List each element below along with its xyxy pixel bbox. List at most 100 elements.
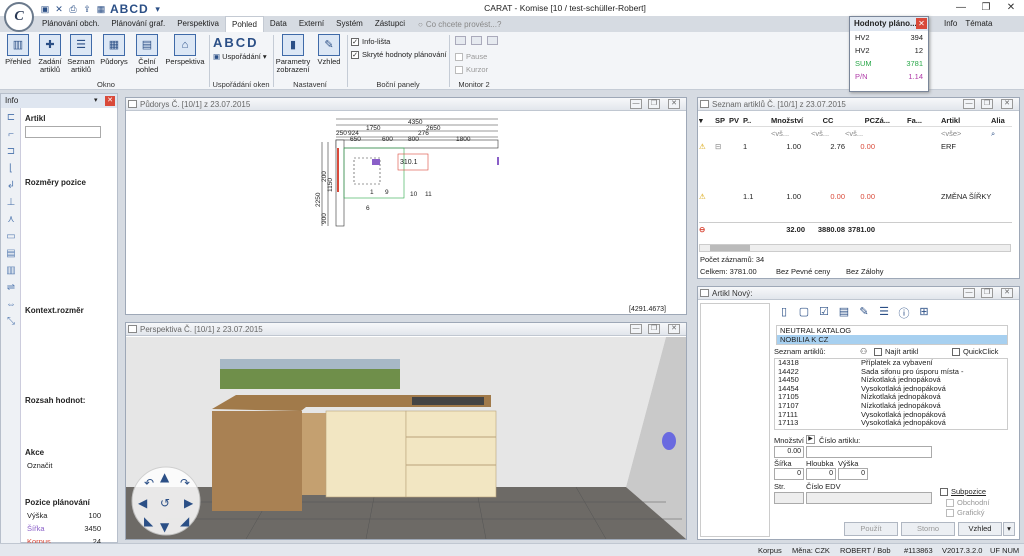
list-item[interactable]: 17111 Vysokotlaká jednopáková — [775, 411, 1007, 420]
side-input[interactable] — [774, 492, 804, 504]
restore-icon[interactable]: ❐ — [980, 2, 992, 14]
save-icon[interactable]: ▣ — [40, 4, 50, 14]
column-header[interactable]: SP — [715, 114, 729, 126]
column-header[interactable]: Množství — [771, 114, 811, 126]
maximize-icon[interactable]: ❐ — [648, 324, 660, 334]
close-icon[interactable]: ✕ — [916, 18, 927, 29]
pause-button[interactable]: Pause — [455, 52, 487, 61]
use-button[interactable]: Použít — [844, 522, 898, 536]
article-list-button[interactable]: ☰ Seznam artiklů — [66, 34, 96, 74]
resize-tool-icon[interactable]: ⇔ — [4, 298, 18, 312]
edv-number-input[interactable] — [806, 492, 932, 504]
front-view-button[interactable]: ▤ Čelní pohled — [133, 34, 161, 74]
monitor-icon[interactable] — [487, 36, 498, 45]
list-item[interactable]: 17113 Vysokotlaká jednopáková — [775, 419, 1007, 428]
floorplan-button[interactable]: ▦ Půdorys — [99, 34, 129, 66]
angle-tool-icon[interactable]: ⌊ — [4, 162, 18, 176]
list-item[interactable]: 14450 Nízkotlaká jednopáková — [775, 376, 1007, 385]
chevron-down-icon[interactable]: ▾ — [153, 4, 163, 14]
chevron-down-icon[interactable]: ▾ — [1003, 522, 1015, 536]
book-icon[interactable]: ▯ — [776, 305, 792, 321]
table-row[interactable]: ⚠ ⊟ 1 1.00 2.76 0.00 ERF — [699, 140, 1012, 190]
text-icon[interactable]: ☰ — [876, 305, 892, 321]
door-tool-icon[interactable]: ⊐ — [4, 145, 18, 159]
corner-tool-icon[interactable]: ⌐ — [4, 128, 18, 142]
close-icon[interactable]: ✕ — [1001, 288, 1013, 298]
close-icon[interactable]: ✕ — [1001, 99, 1013, 109]
depth-input[interactable]: 0 — [806, 468, 836, 480]
quickclick-checkbox[interactable]: QuickClick — [952, 347, 998, 356]
floorplan-drawing[interactable]: 4350 1750 2650 250 924 276 650 600 800 1… — [126, 112, 688, 312]
info-bar-checkbox[interactable]: ✓ Info-lišta — [351, 37, 390, 46]
minimize-icon[interactable]: — — [630, 99, 642, 109]
filter-input[interactable]: <vš... — [811, 127, 845, 140]
menu-item[interactable]: Zástupci — [369, 16, 411, 32]
menu-item[interactable]: Perspektiva — [171, 16, 225, 32]
curve-tool-icon[interactable]: ↲ — [4, 179, 18, 193]
column-header[interactable]: P.. — [743, 114, 771, 126]
column-header[interactable]: PV — [729, 114, 743, 126]
menu-icon[interactable]: ▾ — [699, 114, 715, 126]
export-icon[interactable]: ⇪ — [82, 4, 92, 14]
monitor-icon[interactable] — [471, 36, 482, 45]
column-header[interactable]: PC — [845, 114, 875, 126]
monitor-icon[interactable] — [455, 36, 466, 45]
cabinet-tool-icon[interactable]: ▭ — [4, 230, 18, 244]
check-icon[interactable]: ☑ — [816, 305, 832, 321]
menu-item[interactable]: Data — [264, 16, 293, 32]
article-items-list[interactable]: 14318 Příplatek za vybavení 14422 Sada sif… — [774, 358, 1008, 430]
find-article-checkbox[interactable]: Najít artikl — [874, 347, 918, 356]
minimize-icon[interactable]: — — [955, 2, 967, 14]
minimize-icon[interactable]: — — [963, 288, 975, 298]
article-number-input[interactable] — [806, 446, 932, 458]
list-item[interactable]: 14454 Vysokotlaká jednopáková — [775, 385, 1007, 394]
filter-input[interactable]: <vš... — [771, 127, 811, 140]
menu-item[interactable]: Systém — [330, 16, 369, 32]
arrangement-dropdown[interactable]: ▣ Uspořádání ▾ — [213, 52, 267, 61]
column-header[interactable]: CC — [811, 114, 845, 126]
shelf-tool-icon[interactable]: ▥ — [4, 264, 18, 278]
display-parameters-button[interactable]: ▮ Parametry zobrazení — [276, 34, 310, 74]
commercial-checkbox[interactable]: Obchodní — [946, 498, 990, 507]
list-item[interactable]: 14422 Sada sifonu pro úsporu místa - — [775, 368, 1007, 377]
close-icon[interactable]: ✕ — [668, 324, 680, 334]
play-icon[interactable]: ▶ — [806, 435, 815, 444]
stack-tool-icon[interactable]: ▤ — [4, 247, 18, 261]
add-icon[interactable]: ⊞ — [916, 305, 932, 321]
graphic-checkbox[interactable]: Grafický — [946, 508, 985, 517]
column-header[interactable]: Alia — [991, 114, 1011, 126]
enter-articles-button[interactable]: ✚ Zadání artiklů — [35, 34, 65, 74]
table-row[interactable]: ⚠ 1.1 1.00 0.00 0.00 ZMĚNA ŠÍŘKY — [699, 190, 1012, 222]
column-header[interactable]: Fa... — [907, 114, 941, 126]
info-icon[interactable]: ⓘ — [896, 305, 912, 321]
wall-tool-icon[interactable]: ⊏ — [4, 111, 18, 125]
search-icon[interactable]: ⌕ — [991, 127, 1011, 140]
split-tool-icon[interactable]: ⊥ — [4, 196, 18, 210]
menu-item[interactable]: Externí — [293, 16, 330, 32]
menu-item[interactable]: Plánování graf. — [105, 16, 171, 32]
overview-button[interactable]: ▥ Přehled — [4, 34, 32, 66]
column-header[interactable]: Zá... — [875, 114, 907, 126]
close-icon[interactable]: ✕ — [668, 99, 680, 109]
hidden-values-checkbox[interactable]: ✓ Skryté hodnoty plánování — [351, 50, 447, 59]
move-tool-icon[interactable]: ⇌ — [4, 281, 18, 295]
minimize-icon[interactable]: — — [630, 324, 642, 334]
navigation-wheel[interactable]: ↶ ▲ ↷ ◀ ↺ ▶ ◣ ▼ ◢ — [131, 466, 201, 536]
catalog-item[interactable]: NEUTRAL KATALOG — [777, 326, 1007, 335]
cursor-button[interactable]: Kurzor — [455, 65, 488, 74]
filter-input[interactable]: <vše> — [941, 127, 991, 140]
list-item[interactable]: 17105 Nízkotlaká jednopáková — [775, 393, 1007, 402]
appearance-button[interactable]: Vzhled — [958, 522, 1002, 536]
subposition-checkbox[interactable]: Subpozice — [940, 487, 986, 496]
filter-input[interactable]: <vš... — [845, 127, 875, 140]
menu-item[interactable]: Pohled — [224, 16, 264, 32]
menu-item[interactable]: Plánování obch. — [36, 16, 105, 32]
perspective-button[interactable]: ⌂ Perspektiva — [164, 34, 206, 66]
maximize-icon[interactable]: ❐ — [981, 288, 993, 298]
tell-me-box[interactable]: ○ Co chcete provést...? — [418, 17, 588, 31]
cancel-button[interactable]: Storno — [901, 522, 955, 536]
abcd-quick-button[interactable]: ABCD — [110, 2, 149, 16]
close-icon[interactable]: ✕ — [105, 96, 115, 106]
perspective-3d-view[interactable]: ↶ ▲ ↷ ◀ ↺ ▶ ◣ ▼ ◢ — [126, 337, 686, 539]
database-icon[interactable]: ▤ — [836, 305, 852, 321]
